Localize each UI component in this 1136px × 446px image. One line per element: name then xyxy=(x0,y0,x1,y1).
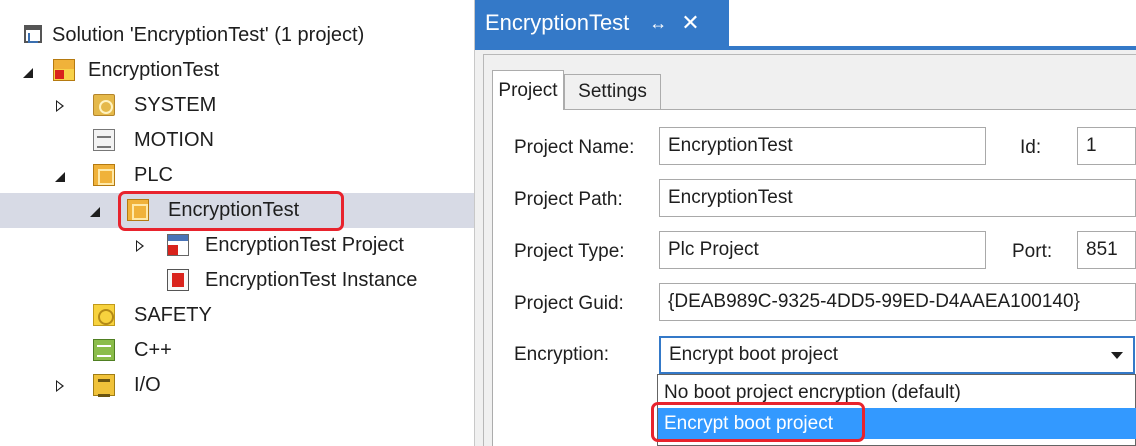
document-tab[interactable]: EncryptionTest ↔ ✕ xyxy=(475,0,729,46)
project-name-field[interactable]: EncryptionTest xyxy=(659,127,986,165)
annotation-highlight xyxy=(651,402,865,442)
id-field[interactable]: 1 xyxy=(1077,127,1136,165)
tab-project[interactable]: Project xyxy=(492,70,564,110)
expand-arrow-icon[interactable] xyxy=(53,170,67,184)
solution-icon xyxy=(24,25,42,43)
tree-item-label: EncryptionTest Instance xyxy=(205,269,418,291)
encryption-selected-value: Encrypt boot project xyxy=(669,344,838,365)
tab-accent-line xyxy=(475,46,1136,50)
solution-explorer: Solution 'EncryptionTest' (1 project) En… xyxy=(0,0,474,446)
tree-item-label: SYSTEM xyxy=(134,94,217,116)
project-type-field[interactable]: Plc Project xyxy=(659,231,986,269)
encryption-dropdown[interactable]: Encrypt boot project xyxy=(659,336,1135,374)
cpp-icon xyxy=(93,339,115,361)
annotation-highlight xyxy=(118,191,344,231)
document-tab-title: EncryptionTest xyxy=(485,10,630,35)
tree-item-label: I/O xyxy=(134,374,161,396)
collapse-arrow-icon[interactable] xyxy=(53,99,67,113)
collapse-arrow-icon[interactable] xyxy=(53,379,67,393)
expand-arrow-icon[interactable] xyxy=(21,66,35,80)
pin-icon[interactable]: ↔ xyxy=(649,13,667,34)
close-icon[interactable]: ✕ xyxy=(681,10,699,36)
plc-icon xyxy=(93,164,115,186)
tree-item-label: EncryptionTest xyxy=(88,59,220,81)
io-icon xyxy=(93,374,115,397)
system-icon xyxy=(93,94,115,116)
tree-item-label: PLC xyxy=(134,164,173,186)
motion-icon xyxy=(93,129,115,151)
plc-project-file-icon xyxy=(167,234,189,256)
tree-item-system[interactable]: SYSTEM xyxy=(0,88,474,123)
tree-item-plc[interactable]: PLC xyxy=(0,158,474,193)
chevron-down-icon[interactable] xyxy=(1111,352,1123,359)
tree-item-project[interactable]: EncryptionTest xyxy=(0,53,474,88)
tree-item-label: Solution 'EncryptionTest' (1 project) xyxy=(52,24,365,46)
project-guid-label: Project Guid: xyxy=(514,293,624,314)
twincat-project-icon xyxy=(53,59,75,81)
port-label: Port: xyxy=(1012,241,1053,262)
id-label: Id: xyxy=(1020,137,1042,158)
tree-item-io[interactable]: I/O xyxy=(0,368,474,403)
expand-arrow-icon[interactable] xyxy=(88,205,102,219)
collapse-arrow-icon[interactable] xyxy=(133,239,147,253)
document-tab-bar: EncryptionTest ↔ ✕ xyxy=(475,0,1136,46)
tab-settings[interactable]: Settings xyxy=(564,74,661,110)
tree-item-label: SAFETY xyxy=(134,304,212,326)
project-path-field[interactable]: EncryptionTest xyxy=(659,179,1136,217)
project-path-label: Project Path: xyxy=(514,189,623,210)
tree-item-solution[interactable]: Solution 'EncryptionTest' (1 project) xyxy=(0,18,474,53)
tree-item-plc-instance[interactable]: EncryptionTest Instance xyxy=(0,263,474,298)
safety-icon xyxy=(93,304,115,326)
project-guid-field[interactable]: {DEAB989C-9325-4DD5-99ED-D4AAEA100140} xyxy=(659,283,1136,321)
tree-item-motion[interactable]: MOTION xyxy=(0,123,474,158)
tree-item-label: MOTION xyxy=(134,129,214,151)
tree-item-cpp[interactable]: C++ xyxy=(0,333,474,368)
tree-item-safety[interactable]: SAFETY xyxy=(0,298,474,333)
plc-instance-icon xyxy=(167,269,189,291)
tree-item-label: C++ xyxy=(134,339,172,361)
project-type-label: Project Type: xyxy=(514,241,625,262)
tree-item-plc-project-file[interactable]: EncryptionTest Project xyxy=(0,228,474,263)
project-name-label: Project Name: xyxy=(514,137,635,158)
encryption-label: Encryption: xyxy=(514,344,610,365)
tree-item-label: EncryptionTest Project xyxy=(205,234,404,256)
port-field[interactable]: 851 xyxy=(1077,231,1136,269)
